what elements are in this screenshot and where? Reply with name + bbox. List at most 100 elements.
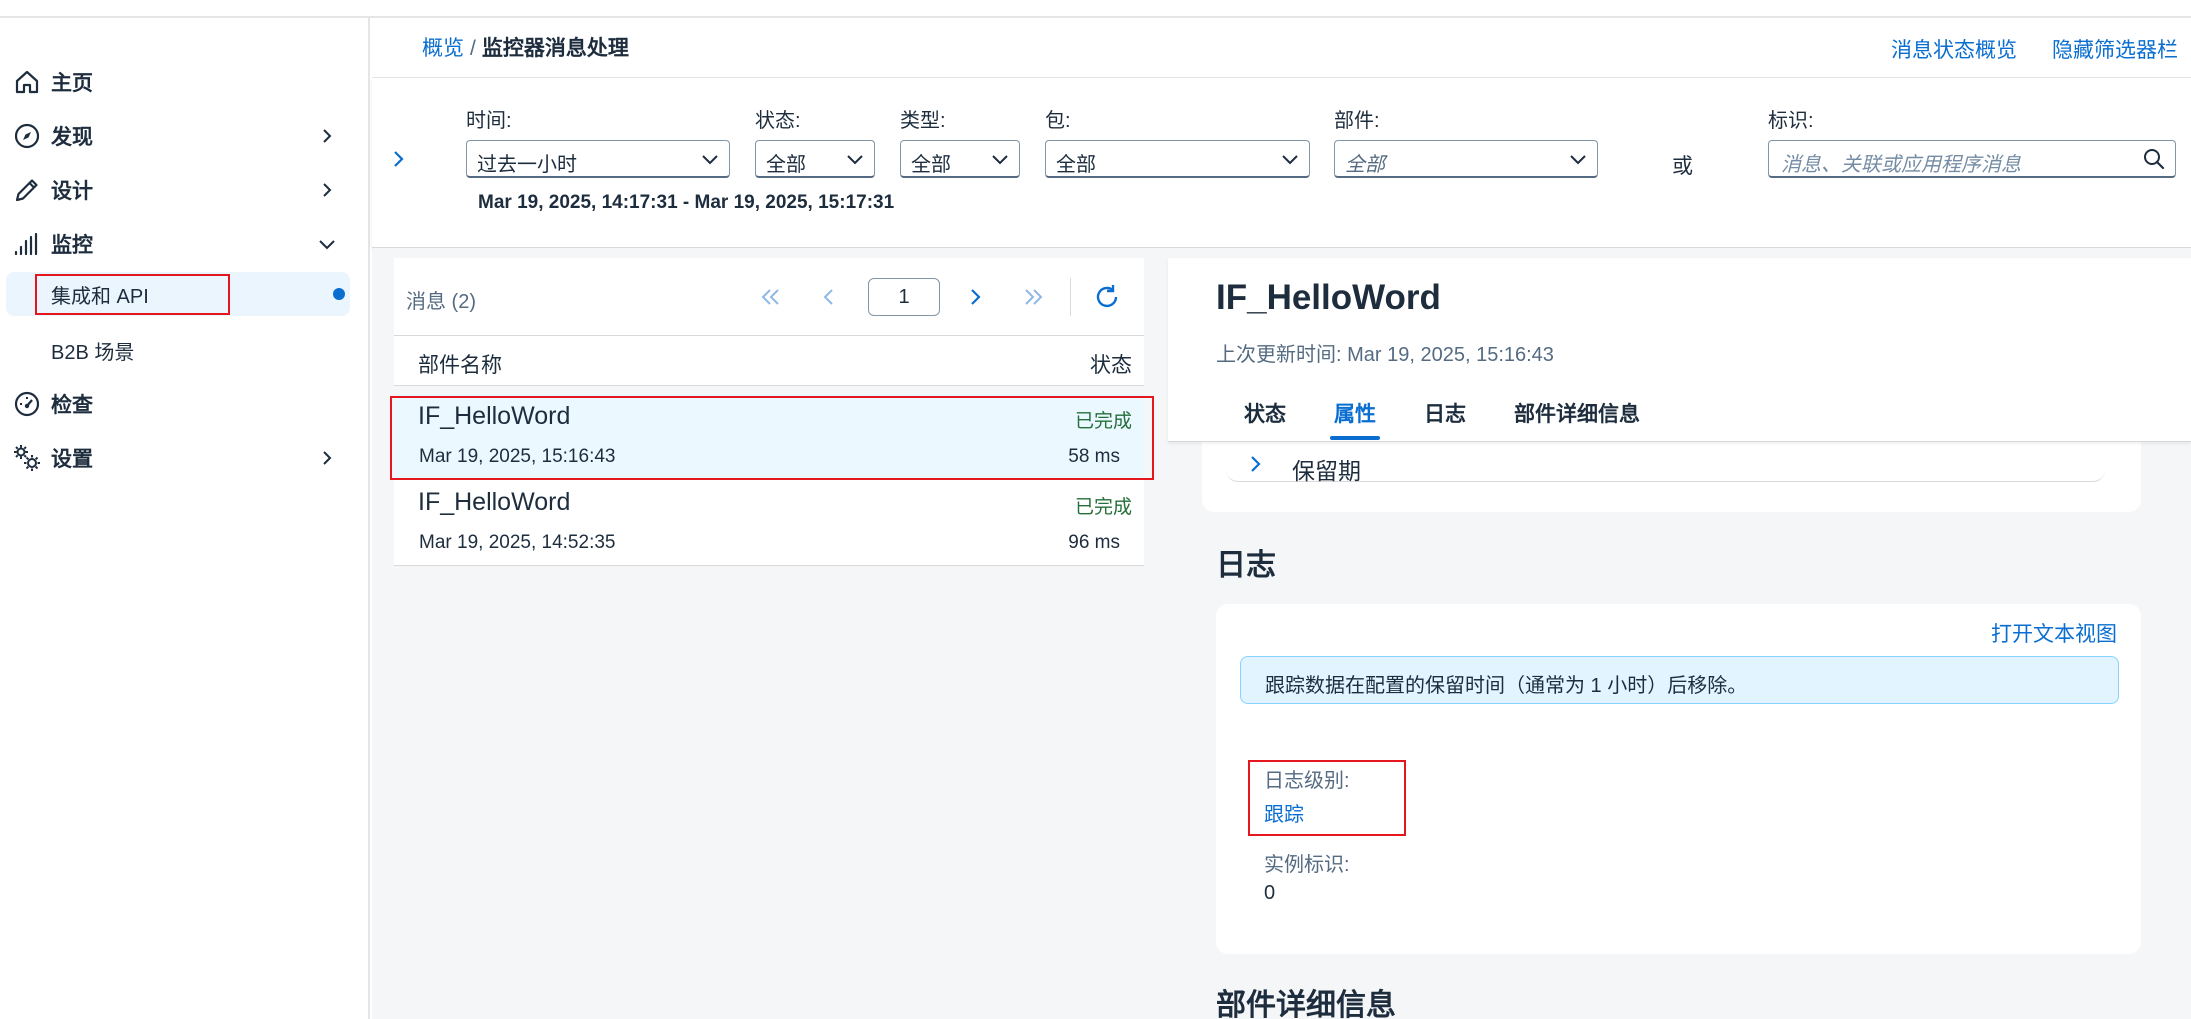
- chevron-down-icon: [846, 150, 864, 168]
- pencil-icon: [12, 175, 42, 205]
- info-message-strip: 跟踪数据在配置的保留时间（通常为 1 小时）后移除。: [1240, 656, 2119, 704]
- chevron-right-icon[interactable]: [1246, 454, 1266, 474]
- instance-id-value: 0: [1264, 882, 1276, 904]
- detail-header: IF_HelloWord 上次更新时间: Mar 19, 2025, 15:16…: [1168, 258, 2191, 442]
- id-filter-label: 标识:: [1768, 110, 1814, 132]
- time-filter-value: 过去一小时: [477, 154, 577, 176]
- search-icon[interactable]: [2143, 148, 2165, 170]
- breadcrumb-separator: /: [470, 37, 476, 60]
- type-filter-value: 全部: [911, 154, 951, 176]
- page-header: 概览 / 监控器消息处理 消息状态概览 隐藏筛选器栏: [372, 18, 2191, 78]
- package-filter-select[interactable]: 全部: [1045, 140, 1310, 178]
- nav-item-discover[interactable]: 发现: [0, 112, 360, 160]
- time-filter-label: 时间:: [466, 110, 512, 132]
- first-page-icon[interactable]: [756, 282, 786, 312]
- log-section-title: 日志: [1216, 549, 1276, 582]
- tab-properties[interactable]: 属性: [1334, 398, 1376, 428]
- message-count-title: 消息 (2): [406, 291, 476, 313]
- id-search-input[interactable]: 消息、关联或应用程序消息: [1768, 140, 2176, 178]
- home-icon: [12, 67, 42, 97]
- status-filter-label: 状态:: [755, 110, 801, 132]
- chevron-down-icon: [701, 150, 719, 168]
- artifact-details-section-title: 部件详细信息: [1216, 989, 1396, 1019]
- sidebar-item-b2b[interactable]: B2B 场景: [6, 328, 350, 372]
- retention-label: 保留期: [1292, 458, 1361, 484]
- side-navigation: 主页 发现 设计 监控 集成和 API B2B 场景 检查 设置: [0, 18, 370, 1019]
- package-filter-value: 全部: [1056, 154, 1096, 176]
- row-timestamp: Mar 19, 2025, 14:52:35: [419, 532, 616, 553]
- message-status-overview-link[interactable]: 消息状态概览: [1891, 34, 2017, 64]
- message-list-toolbar: 消息 (2) 1: [394, 258, 1144, 336]
- highlight-box: [35, 274, 230, 315]
- date-range-text: Mar 19, 2025, 14:17:31 - Mar 19, 2025, 1…: [478, 192, 895, 213]
- type-filter-select[interactable]: 全部: [900, 140, 1020, 178]
- breadcrumb: 概览 / 监控器消息处理: [422, 32, 629, 62]
- gauge-icon: [12, 389, 42, 419]
- message-list-column-header: 部件名称 状态: [394, 336, 1144, 386]
- row-status: 已完成: [1074, 497, 1132, 518]
- breadcrumb-link-overview[interactable]: 概览: [422, 37, 464, 60]
- time-filter-select[interactable]: 过去一小时: [466, 140, 730, 178]
- chevron-down-icon[interactable]: [316, 233, 338, 255]
- next-page-icon[interactable]: [960, 282, 990, 312]
- last-updated-text: 上次更新时间: Mar 19, 2025, 15:16:43: [1216, 344, 1554, 366]
- chevron-right-icon[interactable]: [388, 148, 410, 170]
- nav-label-inspect: 检查: [51, 394, 93, 417]
- status-filter-select[interactable]: 全部: [755, 140, 875, 178]
- chevron-right-icon[interactable]: [316, 125, 338, 147]
- nav-label-design: 设计: [51, 180, 93, 203]
- artifact-filter-label: 部件:: [1334, 110, 1380, 132]
- nav-label-monitor: 监控: [51, 234, 93, 257]
- nav-label-discover: 发现: [51, 126, 93, 149]
- nav-item-design[interactable]: 设计: [0, 166, 360, 214]
- sidebar-item-label: B2B 场景: [51, 341, 135, 364]
- open-text-view-link[interactable]: 打开文本视图: [1991, 618, 2117, 648]
- table-row[interactable]: IF_HelloWord 已完成 Mar 19, 2025, 14:52:35 …: [394, 480, 1144, 566]
- highlight-box: [390, 396, 1154, 480]
- highlight-box: [1248, 760, 1406, 836]
- tab-logs[interactable]: 日志: [1424, 398, 1466, 428]
- column-header-status[interactable]: 状态: [1090, 349, 1132, 379]
- nav-item-home[interactable]: 主页: [0, 58, 360, 106]
- chevron-right-icon[interactable]: [316, 447, 338, 469]
- chevron-down-icon: [1281, 150, 1299, 168]
- artifact-filter-value: 全部: [1345, 154, 1385, 176]
- refresh-icon[interactable]: [1092, 282, 1122, 312]
- nav-label-settings: 设置: [51, 448, 93, 471]
- info-message-text: 跟踪数据在配置的保留时间（通常为 1 小时）后移除。: [1265, 675, 1748, 697]
- tab-artifact-details[interactable]: 部件详细信息: [1514, 398, 1640, 428]
- id-search-placeholder: 消息、关联或应用程序消息: [1781, 154, 2021, 176]
- row-artifact-name: IF_HelloWord: [418, 488, 571, 516]
- nav-label-home: 主页: [51, 72, 93, 95]
- chevron-down-icon: [1569, 150, 1587, 168]
- compass-icon: [12, 121, 42, 151]
- detail-title: IF_HelloWord: [1216, 278, 1441, 317]
- top-shell-bar: [0, 0, 2191, 18]
- monitor-bars-icon: [12, 229, 42, 259]
- nav-item-monitor[interactable]: 监控: [0, 220, 360, 268]
- active-tab-indicator: [1330, 436, 1380, 440]
- retention-row[interactable]: 保留期: [1226, 442, 2105, 484]
- retention-card: 保留期: [1202, 442, 2141, 512]
- page-title: 监控器消息处理: [481, 37, 629, 60]
- previous-page-icon[interactable]: [814, 282, 844, 312]
- page-number-input[interactable]: 1: [868, 278, 940, 316]
- column-header-artifact-name[interactable]: 部件名称: [418, 349, 502, 379]
- artifact-filter-select[interactable]: 全部: [1334, 140, 1598, 178]
- chevron-down-icon: [991, 150, 1009, 168]
- hide-filter-bar-link[interactable]: 隐藏筛选器栏: [2052, 34, 2178, 64]
- filter-bar: 时间: 过去一小时 状态: 全部 类型: 全部 包: 全部 部件: 全部 或 标…: [372, 78, 2191, 248]
- package-filter-label: 包:: [1045, 110, 1071, 132]
- chevron-right-icon[interactable]: [316, 179, 338, 201]
- nav-item-settings[interactable]: 设置: [0, 434, 360, 482]
- last-page-icon[interactable]: [1018, 282, 1048, 312]
- or-label: 或: [1672, 155, 1693, 178]
- status-filter-value: 全部: [766, 154, 806, 176]
- instance-id-label: 实例标识:: [1264, 854, 1350, 876]
- detail-body: 保留期 日志 打开文本视图 跟踪数据在配置的保留时间（通常为 1 小时）后移除。…: [1168, 442, 2191, 1019]
- nav-item-inspect[interactable]: 检查: [0, 380, 360, 428]
- toolbar-divider: [1070, 278, 1071, 316]
- row-duration: 96 ms: [1068, 532, 1120, 553]
- type-filter-label: 类型:: [900, 110, 946, 132]
- tab-status[interactable]: 状态: [1244, 398, 1286, 428]
